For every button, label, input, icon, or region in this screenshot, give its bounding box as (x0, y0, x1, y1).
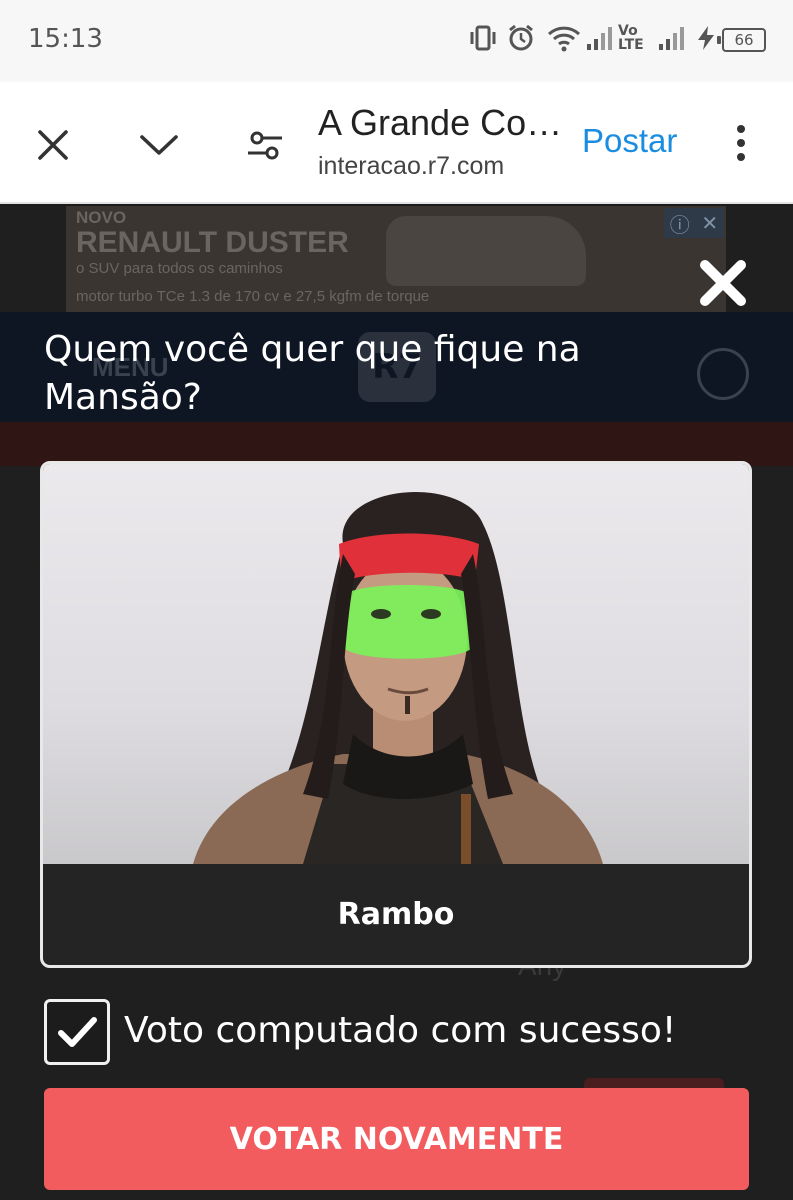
ad-banner: NOVO RENAULT DUSTER o SUV para todos os … (66, 206, 726, 312)
candidate-card[interactable]: Rambo (40, 461, 752, 968)
success-message: Voto computado com sucesso! (124, 1010, 677, 1051)
vote-checkbox[interactable] (44, 999, 110, 1065)
signal-icon (656, 22, 686, 54)
section-strip (0, 422, 793, 466)
candidate-name: Rambo (337, 897, 455, 932)
candidate-photo (43, 464, 749, 864)
ad-car-image (386, 216, 586, 286)
ad-line: motor turbo TCe 1.3 de 170 cv e 27,5 kgf… (76, 288, 430, 305)
page-url: interacao.r7.com (318, 152, 505, 180)
wifi-icon (544, 22, 584, 54)
status-time: 15:13 (28, 24, 103, 54)
poll-question: Quem você quer que fique na Mansão? (44, 329, 581, 418)
page-settings-icon[interactable] (238, 118, 292, 172)
status-bar: 15:13 Vo LTE 66 (0, 0, 793, 82)
close-modal-icon[interactable] (696, 256, 750, 310)
close-icon: ✕ (701, 211, 719, 235)
more-vert-icon[interactable] (718, 120, 764, 166)
ad-line: NOVO (76, 208, 127, 227)
info-icon: ⓘ (669, 212, 690, 237)
ad-line: o SUV para todos os caminhos (76, 260, 283, 277)
checkmark-icon (58, 1017, 97, 1047)
battery-icon: 66 (717, 28, 766, 52)
alarm-icon (504, 22, 538, 54)
ad-controls: ⓘ ✕ (664, 208, 724, 238)
vibrate-icon (466, 22, 500, 54)
charging-icon (694, 22, 718, 54)
volte-label: Vo LTE (618, 23, 644, 53)
post-button[interactable]: Postar (582, 122, 677, 160)
vote-again-button[interactable]: VOTAR NOVAMENTE (44, 1088, 749, 1190)
ad-headline: RENAULT DUSTER (76, 226, 349, 259)
browser-toolbar: A Grande Co… interacao.r7.com Postar (0, 82, 793, 204)
close-icon[interactable] (26, 118, 80, 172)
signal-icon (584, 22, 614, 54)
chevron-down-icon[interactable] (132, 118, 186, 172)
page-title: A Grande Co… (318, 102, 563, 143)
